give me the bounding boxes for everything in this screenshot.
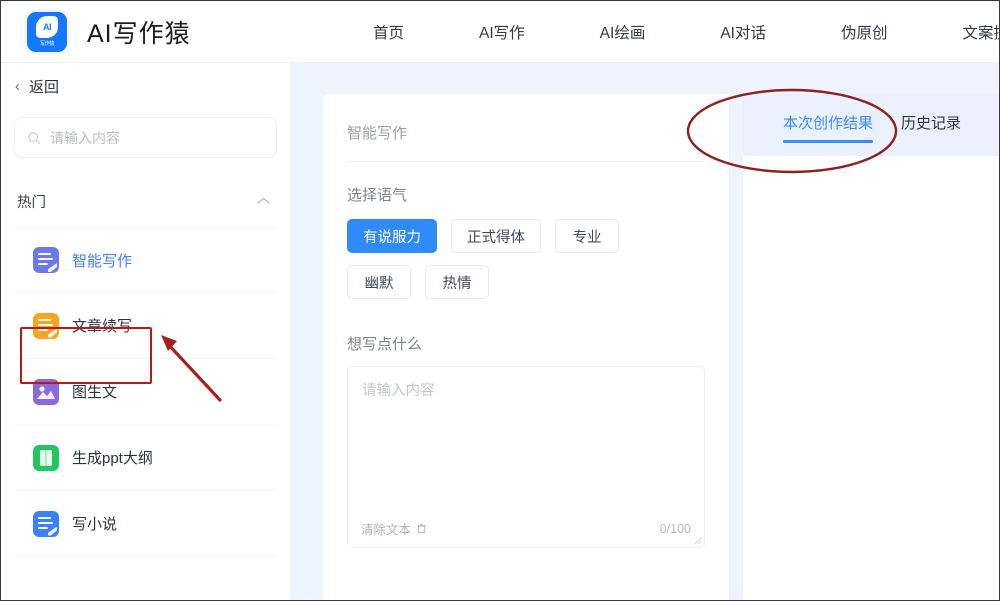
search-input[interactable]: 请输入内容 [14,117,277,158]
search-placeholder: 请输入内容 [50,128,120,148]
sidebar-item-smart-writing[interactable]: 智能写作 [15,227,276,293]
slides-icon [33,445,59,471]
document-pencil-icon [33,247,59,273]
section-header-hot[interactable]: 热门 [1,175,290,227]
document-pencil-icon [33,313,59,339]
section-title: 热门 [17,191,46,212]
main-content: 智能写作 选择语气 有说服力 正式得体 专业 幽默 热情 想写点什么 请输入内容… [291,63,1000,601]
tone-option-persuasive[interactable]: 有说服力 [347,219,437,253]
sidebar-menu: 智能写作 文章续写 图生文 [1,227,290,557]
char-counter: 0/100 [660,522,691,536]
main-nav: 首页 AI写作 AI绘画 AI对话 伪原创 文案提取 [373,1,1000,63]
nav-ai-writing[interactable]: AI写作 [479,21,525,43]
nav-pseudo-original[interactable]: 伪原创 [841,21,888,43]
sidebar-search: 请输入内容 [1,109,290,158]
tone-option-professional[interactable]: 专业 [555,219,619,253]
trash-icon[interactable] [416,523,427,534]
sidebar-item-image-to-text[interactable]: 图生文 [15,359,276,425]
brand-title: AI写作猿 [87,14,191,50]
textarea-footer: 清除文本 0/100 [348,519,704,538]
nav-ai-chat[interactable]: AI对话 [720,21,766,43]
form-title: 智能写作 [347,122,705,143]
tab-current-result[interactable]: 本次创作结果 [783,112,873,143]
chevron-up-icon[interactable] [257,197,270,205]
sidebar-item-ppt-outline[interactable]: 生成ppt大纲 [15,425,276,491]
resize-grip-icon[interactable] [693,536,702,545]
sidebar-item-article-continue[interactable]: 文章续写 [15,293,276,359]
nav-ai-painting[interactable]: AI绘画 [600,21,646,43]
search-icon [27,131,41,145]
back-button[interactable]: ‹ 返回 [1,63,290,109]
logo-mark-text: AI [43,22,51,32]
result-panel: 本次创作结果 历史记录 [743,94,1000,601]
prompt-placeholder: 请输入内容 [362,379,435,400]
sidebar-item-label: 图生文 [72,381,117,402]
tone-options: 有说服力 正式得体 专业 幽默 热情 [347,219,705,311]
app-window: AI 写作猿 AI写作猿 首页 AI写作 AI绘画 AI对话 伪原创 文案提取 … [0,0,1000,601]
chevron-left-icon: ‹ [15,79,20,94]
image-text-icon [33,379,59,405]
writing-form-card: 智能写作 选择语气 有说服力 正式得体 专业 幽默 热情 想写点什么 请输入内容… [323,94,729,601]
top-header: AI 写作猿 AI写作猿 首页 AI写作 AI绘画 AI对话 伪原创 文案提取 [1,1,1000,63]
app-logo-icon: AI 写作猿 [27,12,67,52]
document-pencil-icon [33,511,59,537]
tone-option-humorous[interactable]: 幽默 [347,265,411,299]
tone-option-formal[interactable]: 正式得体 [451,219,541,253]
sidebar-item-label: 写小说 [72,513,117,534]
brand[interactable]: AI 写作猿 AI写作猿 [27,12,191,52]
result-tabs: 本次创作结果 历史记录 [743,94,1000,156]
divider [347,161,705,162]
sidebar-item-label: 生成ppt大纲 [72,447,153,468]
logo-sub-text: 写作猿 [40,40,54,47]
sidebar-item-label: 文章续写 [72,315,132,336]
clear-text-label: 清除文本 [361,519,411,538]
sidebar: ‹ 返回 请输入内容 热门 智 [1,63,291,601]
tab-history[interactable]: 历史记录 [901,112,961,143]
nav-copy-extract[interactable]: 文案提取 [963,21,1000,43]
sidebar-item-write-novel[interactable]: 写小说 [15,491,276,557]
result-body [743,156,1000,601]
tone-label: 选择语气 [347,184,705,205]
tone-option-enthusiastic[interactable]: 热情 [425,265,489,299]
prompt-label: 想写点什么 [347,333,705,354]
clear-text-button[interactable]: 清除文本 [361,519,427,538]
back-label: 返回 [29,76,59,97]
sidebar-item-label: 智能写作 [72,250,132,271]
nav-home[interactable]: 首页 [373,21,404,43]
prompt-textarea[interactable]: 请输入内容 清除文本 0/100 [347,366,705,548]
